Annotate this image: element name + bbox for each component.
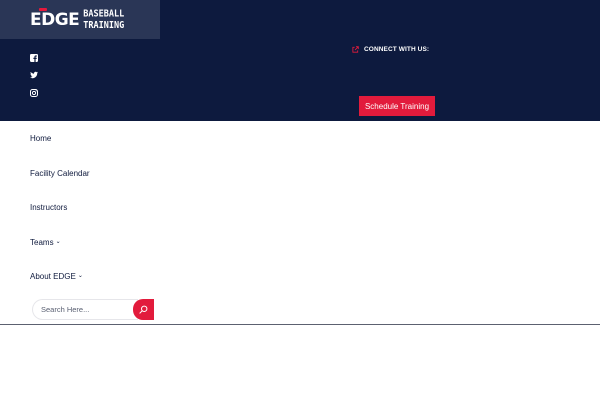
nav-item-instructors[interactable]: Instructors (30, 201, 67, 213)
nav-item-label: Home (30, 133, 52, 143)
nav-item-home[interactable]: Home (30, 132, 51, 144)
search-form (32, 299, 159, 320)
schedule-training-button[interactable]: Schedule Training (359, 96, 435, 116)
logo-subtitle: BASEBALL TRAINING (83, 8, 125, 31)
nav-item-label: Teams (30, 237, 54, 247)
search-icon (139, 305, 148, 314)
nav-item-teams[interactable]: Teams ⌄ (30, 236, 61, 248)
connect-with-us: CONNECT WITH US: (352, 44, 429, 54)
external-link-icon (352, 45, 359, 53)
logo-word: EDGE (30, 7, 80, 30)
nav-item-facility-calendar[interactable]: Facility Calendar (30, 167, 90, 179)
site-header: EDGE BASEBALL TRAINING CONNECT WITH US: … (0, 0, 600, 121)
nav-item-label: Instructors (30, 202, 68, 212)
search-button[interactable] (133, 299, 154, 320)
facebook-icon[interactable] (30, 54, 38, 62)
nav-item-label: Facility Calendar (30, 168, 90, 178)
twitter-icon[interactable] (30, 71, 38, 79)
nav-item-label: About EDGE (30, 271, 76, 281)
instagram-icon[interactable] (30, 89, 38, 97)
search-input[interactable] (32, 299, 138, 320)
site-logo[interactable]: EDGE BASEBALL TRAINING (0, 0, 160, 39)
nav-divider (0, 324, 600, 325)
connect-label: CONNECT WITH US: (364, 45, 430, 53)
nav-item-about-edge[interactable]: About EDGE ⌄ (30, 270, 83, 282)
chevron-down-icon: ⌄ (55, 239, 61, 245)
chevron-down-icon: ⌄ (77, 273, 83, 279)
